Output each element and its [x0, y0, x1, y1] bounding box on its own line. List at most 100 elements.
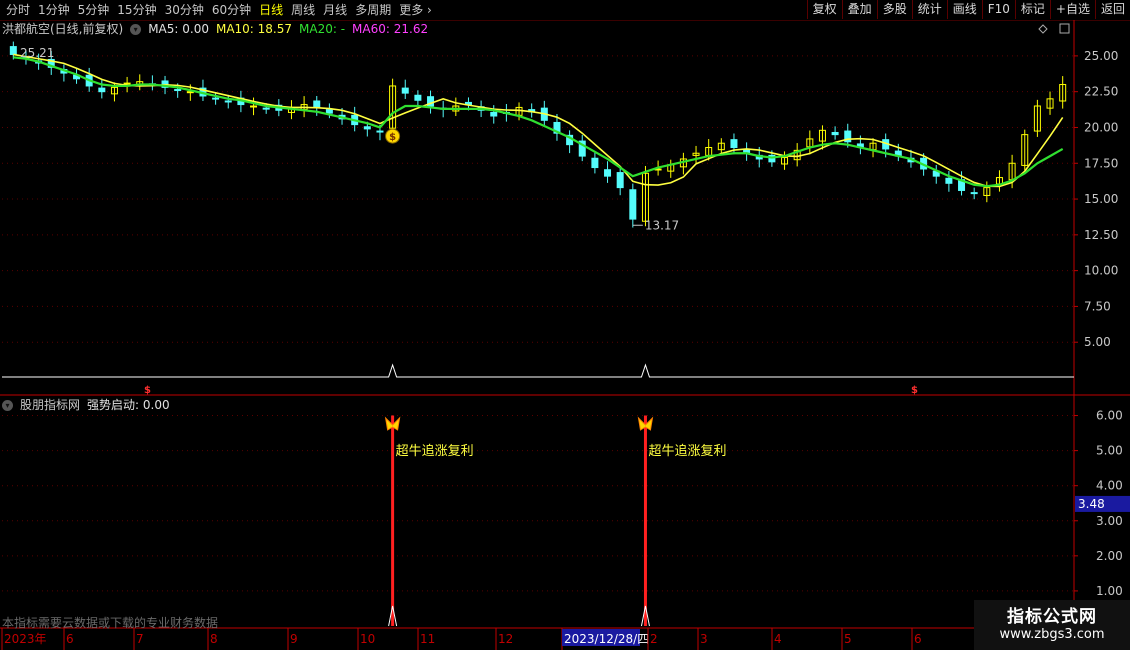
candle-body	[958, 179, 966, 191]
toolbar-button-3[interactable]: 统计	[911, 0, 947, 19]
candle-body	[604, 169, 612, 177]
candle-body	[148, 83, 156, 86]
candle-body	[363, 126, 371, 130]
collapse-icon[interactable]: ▾	[2, 399, 13, 411]
toolbar-button-5[interactable]: F10	[981, 0, 1015, 19]
candle-body	[300, 104, 308, 111]
current-value-text: 3.48	[1078, 497, 1105, 511]
candle-body	[123, 82, 131, 85]
date-label-13: 6	[914, 632, 922, 646]
toolbar-buttons: 复权 叠加 多股 统计 画线 F10 标记 +自选 返回	[806, 0, 1130, 20]
candle-body	[98, 87, 106, 93]
signal-label: 超牛追涨复利	[648, 443, 726, 459]
indicator-tick-0: 6.00	[1096, 409, 1123, 423]
period-tab-8[interactable]: 月线	[319, 0, 351, 20]
candle-body	[427, 96, 435, 107]
signal-label: 超牛追涨复利	[396, 443, 474, 459]
data-notice: 本指标需要云数据或下载的专业财务数据	[2, 616, 219, 630]
date-label-0: 2023年	[4, 632, 47, 646]
indicator-value-label: 强势启动: 0.00	[87, 398, 170, 412]
period-tab-1[interactable]: 1分钟	[34, 0, 74, 20]
price-tick-4: 15.00	[1084, 192, 1118, 206]
toolbar-button-6[interactable]: 标记	[1014, 0, 1050, 19]
toolbar-button-2[interactable]: 多股	[876, 0, 912, 19]
candle-body	[85, 74, 93, 87]
candle-body	[439, 107, 447, 110]
candle-body	[452, 105, 460, 112]
indicator-tick-2: 4.00	[1096, 479, 1123, 493]
candle-body	[616, 172, 624, 189]
candle-body	[237, 97, 245, 106]
toolbar-button-0[interactable]: 复权	[806, 0, 842, 19]
kline-chart: 25.0022.5020.0017.5015.0012.5010.007.505…	[0, 20, 1130, 650]
indicator-tick-4: 2.00	[1096, 549, 1123, 563]
candle-body	[629, 189, 637, 220]
candle-body	[907, 157, 915, 163]
candle-body	[641, 172, 649, 222]
candle-body	[591, 157, 599, 169]
candle-body	[806, 138, 814, 148]
toolbar-button-4[interactable]: 画线	[946, 0, 982, 19]
candle-body	[212, 97, 220, 100]
candle-body	[717, 142, 725, 151]
cursor-date-badge	[562, 629, 640, 646]
candle-body	[755, 154, 763, 160]
price-tick-1: 22.50	[1084, 85, 1118, 99]
candle-body	[793, 149, 801, 161]
candle-body	[515, 106, 523, 116]
period-tab-3[interactable]: 15分钟	[113, 0, 160, 20]
toolbar-button-8[interactable]: 返回	[1094, 0, 1130, 19]
candle-body	[679, 158, 687, 168]
toolbar-button-7[interactable]: +自选	[1049, 0, 1095, 19]
price-tick-7: 7.50	[1084, 299, 1111, 313]
watermark-logo: 指标公式网 www.zbgs3.com	[974, 600, 1130, 650]
dollar-marker-icon: $	[911, 385, 918, 396]
main-chart-legend: 洪都航空(日线,前复权) ▾ MA5: 0.00 MA10: 18.57 MA2…	[2, 21, 428, 37]
period-tab-5[interactable]: 60分钟	[208, 0, 255, 20]
candle-body	[995, 177, 1003, 185]
candle-body	[73, 74, 81, 80]
toolbar-button-1[interactable]: 叠加	[841, 0, 877, 19]
indicator-tick-5: 1.00	[1096, 584, 1123, 598]
candle-body	[464, 101, 472, 106]
candle-body	[275, 104, 283, 111]
candle-body	[831, 131, 839, 136]
cursor-date-label: 2023/12/28/四	[564, 632, 649, 646]
indicator-name: 股朋指标网	[20, 398, 81, 412]
period-tab-0[interactable]: 分时	[2, 0, 34, 20]
pulse-line	[2, 363, 1074, 378]
diamond-icon	[1038, 24, 1048, 34]
ma10-label: MA10: 18.57	[215, 22, 293, 36]
candle-body	[730, 139, 738, 149]
money-bag-icon	[385, 128, 401, 144]
indicator-tick-3: 3.00	[1096, 514, 1123, 528]
period-tab-6[interactable]: 日线	[255, 0, 287, 20]
candle-body	[376, 130, 384, 133]
period-tab-7[interactable]: 周线	[287, 0, 319, 20]
period-toolbar: 分时 1分钟 5分钟 15分钟 30分钟 60分钟 日线 周线 月线 多周期 更多 › 复权 叠加 多股…	[0, 0, 1130, 21]
period-tab-10[interactable]: 更多 ›	[395, 0, 436, 20]
candle-body	[781, 157, 789, 165]
candle-body	[894, 150, 902, 157]
candle-body	[490, 111, 498, 117]
candle-body	[1059, 84, 1067, 102]
candle-body	[920, 157, 928, 170]
butterfly-icon	[384, 416, 401, 431]
candle-body	[60, 68, 68, 74]
candle-body	[566, 134, 574, 146]
candle-body	[389, 85, 397, 129]
candle-body	[186, 91, 194, 94]
candle-body	[528, 109, 536, 113]
period-tab-4[interactable]: 30分钟	[161, 0, 208, 20]
period-tab-2[interactable]: 5分钟	[74, 0, 114, 20]
watermark-url: www.zbgs3.com	[999, 627, 1105, 642]
candle-body	[9, 46, 17, 55]
collapse-icon[interactable]: ▾	[130, 23, 142, 35]
price-tick-5: 12.50	[1084, 228, 1118, 242]
ma20-label: MA20: -	[299, 22, 346, 36]
period-tab-9[interactable]: 多周期	[351, 0, 395, 20]
candle-body	[743, 149, 751, 154]
candle-body	[983, 187, 991, 196]
date-label-9: 2	[650, 632, 658, 646]
candle-body	[945, 177, 953, 184]
